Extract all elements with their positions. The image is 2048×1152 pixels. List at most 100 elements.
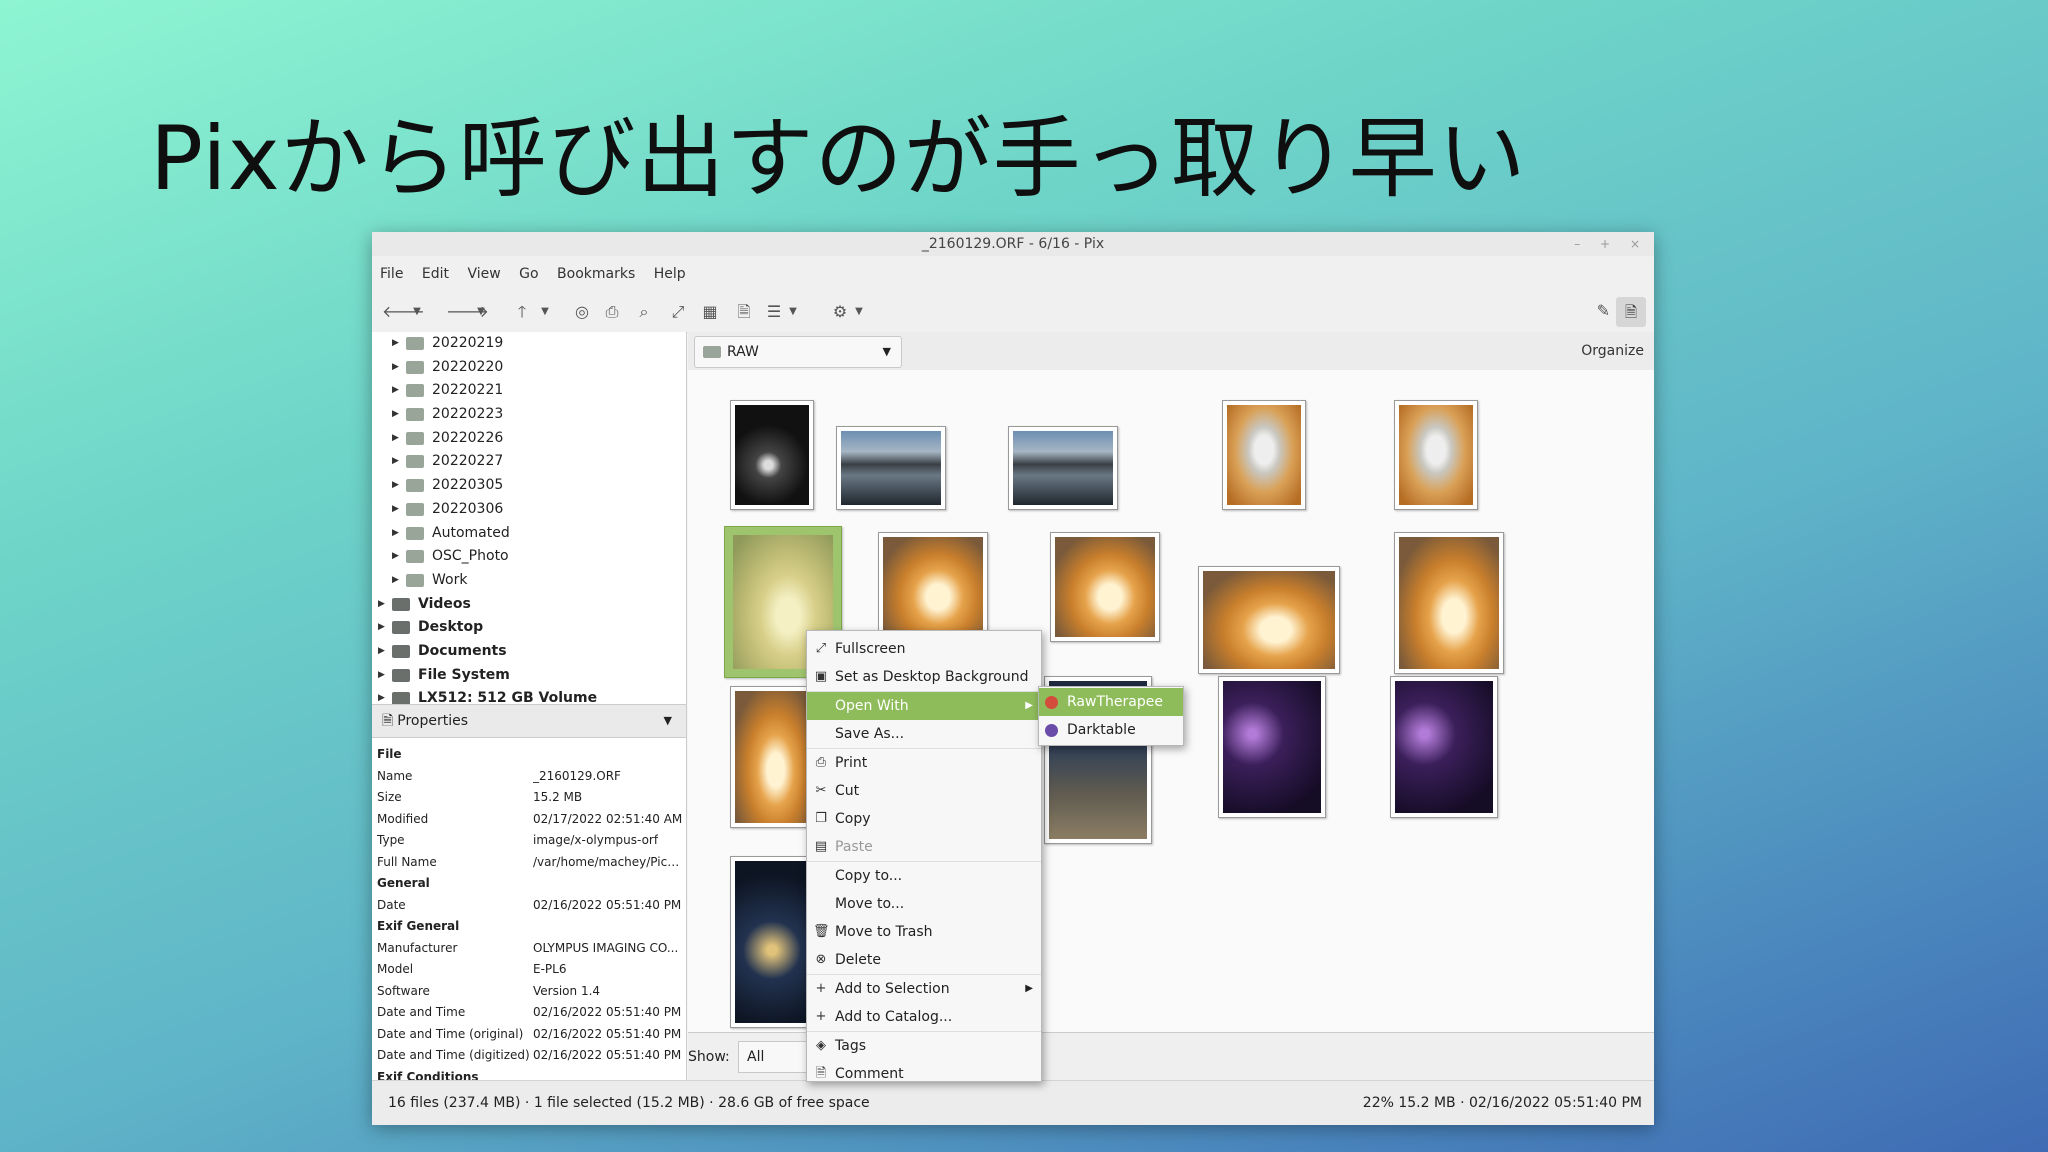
folder-tree-item[interactable]: ▶ 20220221 <box>372 379 686 403</box>
forward-history-dropdown-icon[interactable]: ▼ <box>474 301 488 323</box>
folder-tree-item[interactable]: ▶ Desktop <box>372 616 686 640</box>
open-with-item[interactable]: RawTherapee <box>1039 688 1183 716</box>
expand-arrow-icon[interactable]: ▶ <box>392 427 399 451</box>
up-icon[interactable]: 🡑 <box>510 301 534 323</box>
context-menu-item[interactable]: Open With ▶ <box>807 692 1041 720</box>
open-with-item[interactable]: Darktable <box>1039 716 1183 744</box>
context-menu-label: Move to... <box>835 896 905 912</box>
context-menu-item[interactable]: ⎙ Print <box>807 749 1041 777</box>
folder-tree-item[interactable]: ▶ Automated <box>372 522 686 546</box>
properties-icon[interactable]: 🗎 <box>732 301 756 323</box>
expand-arrow-icon[interactable]: ▶ <box>378 593 385 617</box>
context-menu-item[interactable]: + Add to Selection ▶ <box>807 975 1041 1003</box>
expand-arrow-icon[interactable]: ▶ <box>392 498 399 522</box>
expand-arrow-icon[interactable]: ▶ <box>392 474 399 498</box>
expand-arrow-icon[interactable]: ▶ <box>392 356 399 380</box>
folder-tree-item[interactable]: ▶ 20220223 <box>372 403 686 427</box>
thumbnail[interactable] <box>1222 400 1306 510</box>
window-titlebar[interactable]: _2160129.ORF - 6/16 - Pix – + × <box>372 232 1654 256</box>
thumbnail[interactable] <box>730 400 814 510</box>
thumbnail[interactable] <box>1198 566 1340 674</box>
window-title: _2160129.ORF - 6/16 - Pix <box>921 236 1105 252</box>
menu-help[interactable]: Help <box>654 266 686 282</box>
expand-arrow-icon[interactable]: ▶ <box>392 522 399 546</box>
expand-arrow-icon[interactable]: ▶ <box>392 379 399 403</box>
stop-icon[interactable]: ◎ <box>570 301 594 323</box>
context-menu-item[interactable]: ⤢ Fullscreen <box>807 635 1041 663</box>
expand-arrow-icon[interactable]: ▶ <box>392 450 399 474</box>
expand-arrow-icon[interactable]: ▶ <box>378 616 385 640</box>
thumbnail[interactable] <box>730 856 814 1028</box>
context-menu-item[interactable]: ▣ Set as Desktop Background <box>807 663 1041 691</box>
folder-tree-item[interactable]: ▶ 20220219 <box>372 332 686 356</box>
thumbnail[interactable] <box>1390 676 1498 818</box>
thumbnail[interactable] <box>730 686 814 828</box>
folder-tree-item[interactable]: ▶ Work <box>372 569 686 593</box>
close-icon[interactable]: × <box>1630 237 1640 251</box>
folder-tree-item[interactable]: ▶ OSC_Photo <box>372 545 686 569</box>
maximize-icon[interactable]: + <box>1600 237 1610 251</box>
folder-tree-item[interactable]: ▶ 20220226 <box>372 427 686 451</box>
context-menu-item[interactable]: Save As... <box>807 720 1041 748</box>
properties-header[interactable]: 🗎 Properties ▼ <box>372 704 686 738</box>
context-menu-item[interactable]: 🗑 Move to Trash <box>807 918 1041 946</box>
expand-arrow-icon[interactable]: ▶ <box>392 569 399 593</box>
tools-icon[interactable]: ⚙ <box>828 301 852 323</box>
context-menu-item[interactable]: + Add to Catalog... <box>807 1003 1041 1031</box>
folder-icon <box>406 573 424 587</box>
forward-icon[interactable]: 🡒 <box>446 301 489 323</box>
expand-arrow-icon[interactable]: ▶ <box>378 664 385 688</box>
location-select[interactable]: RAW ▼ <box>694 336 902 368</box>
list-view-dropdown-icon[interactable]: ▼ <box>786 301 800 323</box>
expand-arrow-icon[interactable]: ▶ <box>392 332 399 356</box>
folder-tree-item[interactable]: ▶ 20220306 <box>372 498 686 522</box>
folder-tree-item[interactable]: ▶ 20220220 <box>372 356 686 380</box>
menu-file[interactable]: File <box>380 266 403 282</box>
thumbnail[interactable] <box>878 532 988 642</box>
up-dropdown-icon[interactable]: ▼ <box>538 301 552 323</box>
thumbnail[interactable] <box>1008 426 1118 510</box>
minimize-icon[interactable]: – <box>1574 237 1580 251</box>
edit-pen-icon[interactable]: ✎ <box>1597 301 1610 320</box>
folder-tree-item[interactable]: ▶ 20220227 <box>372 450 686 474</box>
thumbnail[interactable] <box>1218 676 1326 818</box>
menu-edit[interactable]: Edit <box>422 266 449 282</box>
back-icon[interactable]: 🡐 <box>382 301 425 323</box>
thumbnail[interactable] <box>1050 532 1160 642</box>
expand-arrow-icon[interactable]: ▶ <box>392 403 399 427</box>
menu-view[interactable]: View <box>467 266 500 282</box>
expand-arrow-icon[interactable]: ▶ <box>378 640 385 664</box>
menu-go[interactable]: Go <box>519 266 538 282</box>
print-icon[interactable]: ⎙ <box>600 301 624 323</box>
thumbnail[interactable] <box>836 426 946 510</box>
context-menu-item[interactable]: Copy to... <box>807 862 1041 890</box>
folder-tree-item[interactable]: ▶ File System <box>372 664 686 688</box>
context-menu-item[interactable]: Move to... <box>807 890 1041 918</box>
context-menu-item[interactable]: ✂ Cut <box>807 777 1041 805</box>
folder-tree-item[interactable]: ▶ Videos <box>372 593 686 617</box>
context-menu-item[interactable]: 🗎 Comment <box>807 1060 1041 1088</box>
menu-bookmarks[interactable]: Bookmarks <box>557 266 635 282</box>
back-history-dropdown-icon[interactable]: ▼ <box>410 301 424 323</box>
properties-row: Date and Time (original) 02/16/2022 05:51… <box>372 1024 686 1046</box>
folder-tree-item[interactable]: ▶ 20220305 <box>372 474 686 498</box>
context-menu-item[interactable]: ◈ Tags <box>807 1032 1041 1060</box>
folder-tree-item[interactable]: ▶ Documents <box>372 640 686 664</box>
chevron-down-icon[interactable]: ▼ <box>664 705 672 737</box>
tools-dropdown-icon[interactable]: ▼ <box>852 301 866 323</box>
slideshow-icon[interactable]: ▦ <box>698 301 722 323</box>
context-menu-item[interactable]: ▤ Paste <box>807 833 1041 861</box>
organize-button[interactable]: Organize <box>1581 332 1644 370</box>
expand-arrow-icon[interactable]: ▶ <box>392 545 399 569</box>
thumbnail[interactable] <box>1394 400 1478 510</box>
zoom-icon[interactable]: ⌕ <box>632 301 656 323</box>
properties-toggle-icon[interactable]: 🗎 <box>1616 297 1646 327</box>
context-menu-item[interactable]: ⊗ Delete <box>807 946 1041 974</box>
list-view-icon[interactable]: ☰ <box>762 301 786 323</box>
property-value: Version 1.4 <box>533 983 601 998</box>
thumbnail[interactable] <box>1394 532 1504 674</box>
context-menu-item[interactable]: ❐ Copy <box>807 805 1041 833</box>
fullscreen-icon[interactable]: ⤢ <box>666 301 690 323</box>
property-value: 02/16/2022 05:51:40 PM <box>533 1005 682 1019</box>
folder-icon <box>406 502 424 516</box>
